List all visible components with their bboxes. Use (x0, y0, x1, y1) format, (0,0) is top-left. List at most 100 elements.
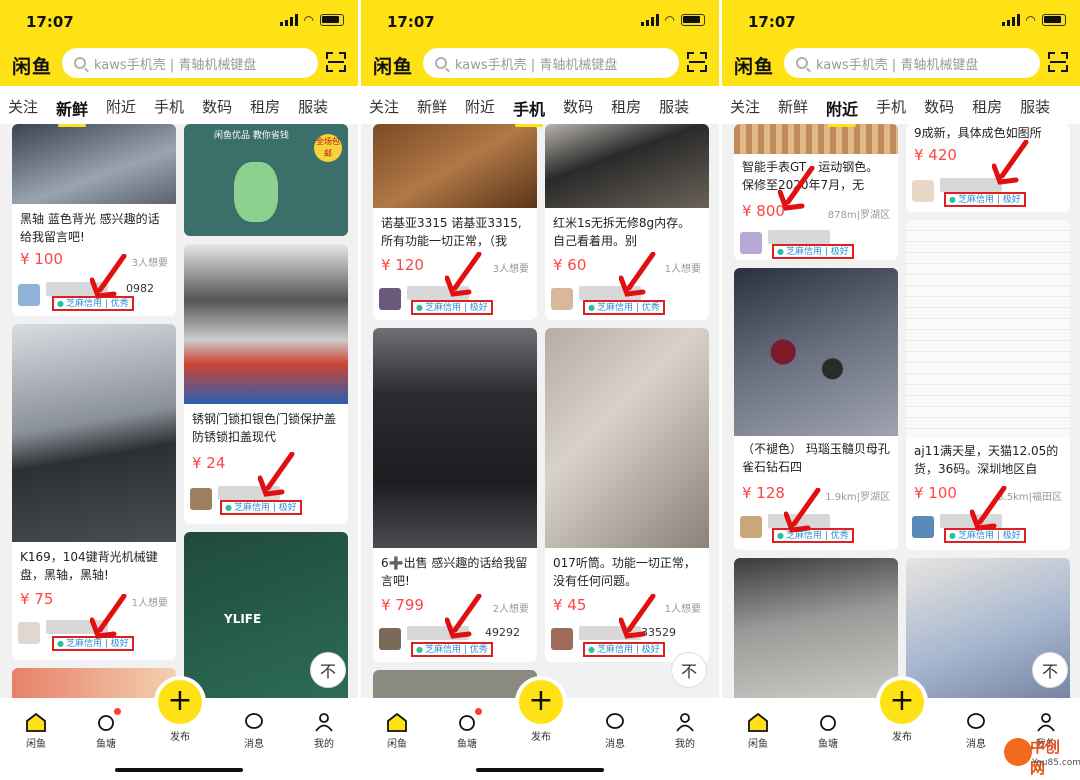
tab-fresh[interactable]: 新鲜 (778, 96, 808, 120)
search-placeholder: kaws手机壳 | 青轴机械键盘 (816, 57, 979, 73)
tab-phone[interactable]: 手机 (876, 96, 906, 120)
tab-clothes[interactable]: 服装 (298, 96, 328, 120)
back-to-top-button[interactable]: 不 (671, 652, 707, 688)
nav-home[interactable]: 闲鱼 (367, 712, 427, 750)
nav-messages[interactable]: 消息 (585, 712, 645, 750)
product-price: ¥ 128 (742, 484, 785, 502)
category-tabs: 关注 新鲜 附近 手机 数码 租房 服装 (8, 96, 358, 127)
tab-rent[interactable]: 租房 (972, 96, 1002, 120)
watermark-url: You85.com (1032, 758, 1080, 768)
tab-phone[interactable]: 手机 (154, 96, 184, 120)
pond-icon (98, 715, 114, 731)
avatar (379, 628, 401, 650)
tab-clothes[interactable]: 服装 (1020, 96, 1050, 120)
search-icon (74, 57, 86, 69)
category-tabs: 关注 新鲜 附近 手机 数码 租房 服装 (730, 96, 1080, 127)
nav-messages[interactable]: 消息 (946, 712, 1006, 750)
want-count: 1人想要 (664, 604, 701, 615)
tab-clothes[interactable]: 服装 (659, 96, 689, 120)
product-title: 黑轴 蓝色背光 感兴趣的话给我留言吧! (20, 212, 160, 244)
search-icon (796, 57, 808, 69)
product-price: ¥ 120 (381, 256, 424, 274)
search-input[interactable]: kaws手机壳 | 青轴机械键盘 (423, 48, 679, 78)
bottom-nav: 闲鱼 鱼塘 + 发布 消息 我的 (361, 680, 719, 780)
battery-icon (320, 14, 344, 26)
product-card[interactable]: 9成新，具体成色如图所 ¥ 420 芝麻信用 | 极好 (906, 124, 1070, 212)
tab-nearby[interactable]: 附近 (106, 96, 136, 120)
signal-icon (1001, 14, 1020, 26)
product-card[interactable] (373, 670, 537, 698)
product-card[interactable] (12, 668, 176, 698)
search-input[interactable]: kaws手机壳 | 青轴机械键盘 (784, 48, 1040, 78)
product-feed: 诺基亚3315 诺基亚3315,所有功能一切正常，（我 ¥ 120 3人想要 芝… (361, 124, 719, 698)
credit-badge: 芝麻信用 | 极好 (411, 300, 493, 315)
publish-button[interactable]: + (519, 680, 563, 724)
publish-button[interactable]: + (880, 680, 924, 724)
tab-rent[interactable]: 租房 (611, 96, 641, 120)
nav-messages-label: 消息 (966, 739, 986, 750)
tab-phone[interactable]: 手机 (513, 96, 545, 127)
wifi-icon: ◠ (664, 13, 675, 27)
tab-fresh[interactable]: 新鲜 (417, 96, 447, 120)
message-icon (245, 713, 263, 729)
nav-pond[interactable]: 鱼塘 (437, 712, 497, 750)
watermark-logo: 中创网 You85.com (1004, 734, 1080, 777)
nav-me-label: 我的 (675, 739, 695, 750)
red-arrow-icon (258, 452, 295, 497)
publish-button[interactable]: + (158, 680, 202, 724)
nav-home[interactable]: 闲鱼 (6, 712, 66, 750)
tab-nearby[interactable]: 附近 (826, 96, 858, 127)
tab-digital[interactable]: 数码 (563, 96, 593, 120)
nav-pond[interactable]: 鱼塘 (798, 712, 858, 750)
tab-follow[interactable]: 关注 (730, 96, 760, 120)
notification-dot (114, 708, 121, 715)
red-arrow-icon (992, 140, 1029, 185)
tab-rent[interactable]: 租房 (250, 96, 280, 120)
tab-follow[interactable]: 关注 (8, 96, 38, 120)
tab-follow[interactable]: 关注 (369, 96, 399, 120)
nav-me[interactable]: 我的 (294, 712, 354, 750)
nav-pond[interactable]: 鱼塘 (76, 712, 136, 750)
product-card[interactable] (734, 558, 898, 698)
product-price: ¥ 45 (553, 596, 587, 614)
product-price: ¥ 24 (192, 454, 226, 472)
case-brand: YLIFE (224, 612, 262, 626)
scan-icon[interactable] (326, 52, 346, 72)
back-to-top-button[interactable]: 不 (310, 652, 346, 688)
scan-icon[interactable] (1048, 52, 1068, 72)
phone-screen-fresh: 17:07 ◠ 闲鱼 kaws手机壳 | 青轴机械键盘 关注 新鲜 附近 手机 … (0, 0, 358, 780)
tab-digital[interactable]: 数码 (202, 96, 232, 120)
pond-icon (459, 715, 475, 731)
avatar (912, 516, 934, 538)
product-image (734, 268, 898, 436)
app-logo: 闲鱼 (373, 56, 414, 78)
want-count: 3人想要 (131, 258, 168, 269)
product-image (906, 220, 1070, 438)
nav-home[interactable]: 闲鱼 (728, 712, 788, 750)
battery-icon (1042, 14, 1066, 26)
nav-pond-label: 鱼塘 (96, 739, 116, 750)
avatar (18, 622, 40, 644)
publish-label: 发布 (531, 732, 551, 743)
product-price: ¥ 420 (914, 146, 957, 164)
back-to-top-button[interactable]: 不 (1032, 652, 1068, 688)
scan-icon[interactable] (687, 52, 707, 72)
want-count: 3人想要 (492, 264, 529, 275)
wifi-icon: ◠ (303, 13, 314, 27)
home-indicator (476, 768, 604, 772)
product-title: aj11满天星，天猫12.05的货，36码。深圳地区自 (914, 444, 1059, 476)
nav-messages[interactable]: 消息 (224, 712, 284, 750)
search-icon (435, 57, 447, 69)
search-input[interactable]: kaws手机壳 | 青轴机械键盘 (62, 48, 318, 78)
promo-banner[interactable]: 闲鱼优品 教你省钱 全场包邮 (184, 124, 348, 236)
nav-me[interactable]: 我的 (655, 712, 715, 750)
credit-badge: 芝麻信用 | 极好 (772, 244, 854, 259)
publish-label: 发布 (892, 732, 912, 743)
profile-icon (676, 713, 694, 732)
tab-digital[interactable]: 数码 (924, 96, 954, 120)
home-icon (748, 712, 768, 732)
tab-fresh[interactable]: 新鲜 (56, 96, 88, 127)
wifi-icon: ◠ (1025, 13, 1036, 27)
seller-name: 49292 (485, 626, 520, 639)
tab-nearby[interactable]: 附近 (465, 96, 495, 120)
